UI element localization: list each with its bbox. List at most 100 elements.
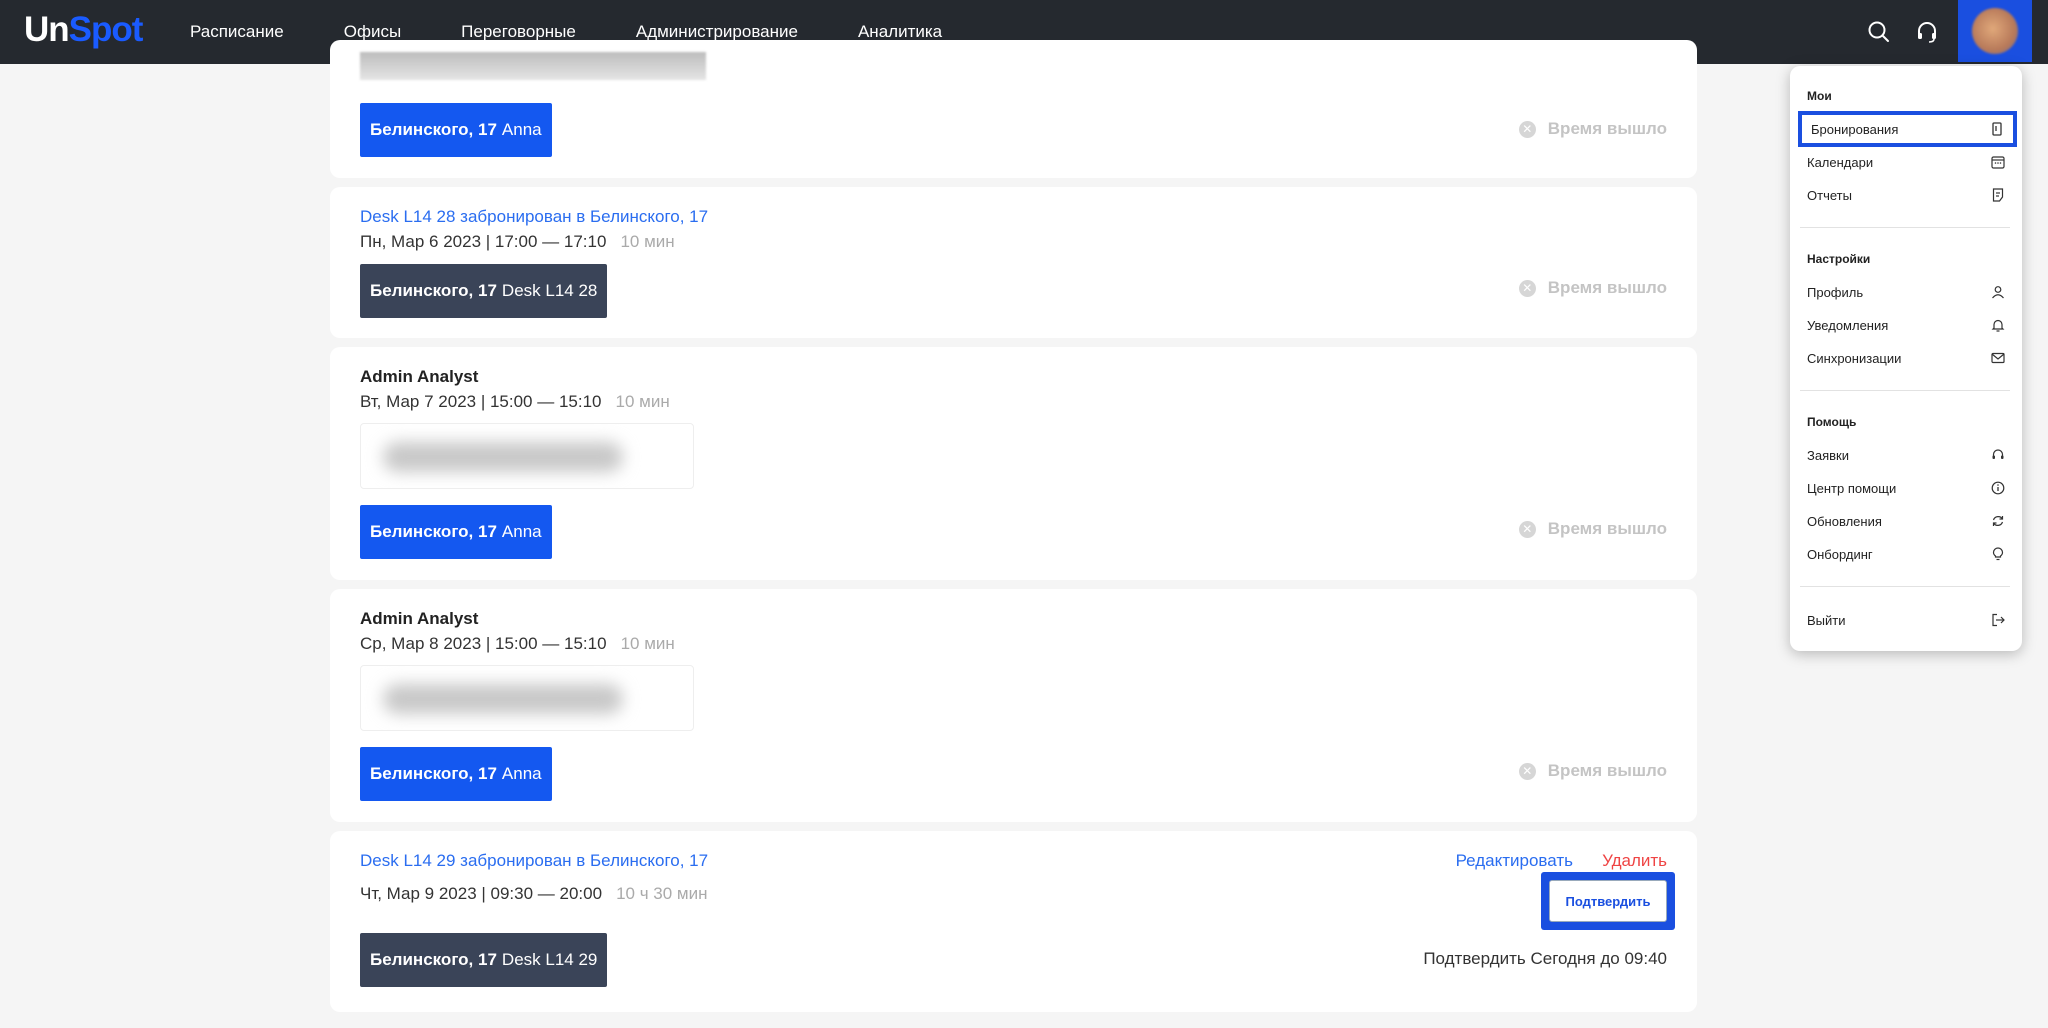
info-icon [1991,481,2005,495]
tag-location: Белинского, 17 [370,522,497,541]
booking-tag[interactable]: Белинского, 17 Anna [360,747,552,801]
user-icon [1991,285,2005,299]
booking-tag[interactable]: Белинского, 17 Desk L14 28 [360,264,608,318]
logo-prefix: Un [24,10,70,49]
menu-section-mine: Мои [1807,89,1832,103]
menu-item-help-center[interactable]: Центр помощи [1790,472,2022,504]
booking-title: Admin Analyst [360,367,479,386]
close-circle-icon: ✕ [1518,762,1536,780]
menu-item-label: Обновления [1807,513,1882,529]
headset-icon [1991,448,2005,462]
menu-divider [1800,227,2010,228]
menu-item-updates[interactable]: Обновления [1790,505,2022,537]
menu-item-label: Центр помощи [1807,480,1897,496]
tag-name: Desk L14 28 [501,281,598,300]
tag-name: Anna [501,764,542,783]
booking-datetime: Пн, Мар 6 2023 | 17:00 — 17:10 10 мин [360,232,675,252]
close-circle-icon: ✕ [1518,279,1536,297]
nav-offices[interactable]: Офисы [344,22,401,42]
datetime-text: Вт, Мар 7 2023 | 15:00 — 15:10 [360,392,602,411]
menu-section-settings: Настройки [1807,252,1871,266]
menu-item-onboarding[interactable]: Онбординг [1790,538,2022,570]
duration: 10 ч 30 мин [616,884,708,903]
status-expired: ✕ Время вышло [1518,119,1667,139]
confirm-button[interactable]: Подтвердить [1549,880,1667,922]
menu-item-label: Синхронизации [1807,350,1902,366]
search-icon[interactable] [1864,17,1894,47]
duration: 10 мин [620,232,675,251]
status-text: Время вышло [1547,519,1667,538]
logo[interactable]: UnSpot [24,10,144,50]
menu-divider [1800,586,2010,587]
delete-link[interactable]: Удалить [1602,851,1667,871]
nav-meeting-rooms[interactable]: Переговорные [461,22,576,42]
tag-location: Белинского, 17 [370,281,497,300]
status-expired: ✕ Время вышло [1518,278,1667,298]
redacted-area [360,423,694,489]
menu-section-help: Помощь [1807,415,1857,429]
booking-tag[interactable]: Белинского, 17 Desk L14 29 [360,933,608,987]
menu-item-calendars[interactable]: Календари [1790,146,2022,178]
menu-item-notifications[interactable]: Уведомления [1790,309,2022,341]
booking-tag[interactable]: Белинского, 17 Anna [360,505,552,559]
menu-item-logout[interactable]: Выйти [1790,604,2022,636]
report-icon [1991,188,2005,202]
menu-item-requests[interactable]: Заявки [1790,439,2022,471]
menu-item-label: Календари [1807,154,1874,170]
booking-title-link[interactable]: Desk L14 28 забронирован в Белинского, 1… [360,207,708,227]
tag-name: Desk L14 29 [501,950,598,969]
menu-item-label: Бронирования [1811,121,1899,137]
status-text: Время вышло [1547,119,1667,138]
menu-item-label: Выйти [1807,612,1846,628]
menu-item-label: Онбординг [1807,546,1873,562]
status-text: Время вышло [1547,278,1667,297]
tag-location: Белинского, 17 [370,120,497,139]
close-circle-icon: ✕ [1518,120,1536,138]
nav-administration[interactable]: Администрирование [636,22,798,42]
refresh-icon [1991,514,2005,528]
tag-name: Anna [501,522,542,541]
nav-analytics[interactable]: Аналитика [858,22,942,42]
datetime-text: Ср, Мар 8 2023 | 15:00 — 15:10 [360,634,607,653]
headset-icon[interactable] [1912,17,1942,47]
booking-datetime: Ср, Мар 8 2023 | 15:00 — 15:10 10 мин [360,634,675,654]
booking-card: Admin Analyst Вт, Мар 7 2023 | 15:00 — 1… [330,347,1697,580]
redacted-area [360,665,694,731]
booking-title-link[interactable]: Desk L14 29 забронирован в Белинского, 1… [360,851,708,871]
menu-item-sync[interactable]: Синхронизации [1790,342,2022,374]
booking-title: Admin Analyst [360,609,479,628]
booking-datetime: Чт, Мар 9 2023 | 09:30 — 20:00 10 ч 30 ми… [360,884,707,904]
menu-item-reports[interactable]: Отчеты [1790,179,2022,211]
nav-schedule[interactable]: Расписание [190,22,284,42]
calendar-icon [1991,155,2005,169]
datetime-text: Пн, Мар 6 2023 | 17:00 — 17:10 [360,232,607,251]
menu-item-label: Отчеты [1807,187,1852,203]
edit-link[interactable]: Редактировать [1456,851,1573,871]
bell-icon [1991,318,2005,332]
menu-divider [1800,390,2010,391]
menu-item-profile[interactable]: Профиль [1790,276,2022,308]
logo-suffix: Spot [68,10,144,49]
booking-card: Desk L14 28 забронирован в Белинского, 1… [330,187,1697,338]
bookmark-icon [1990,122,2004,136]
menu-item-label: Уведомления [1807,317,1889,333]
booking-card: Admin Analyst Ср, Мар 8 2023 | 15:00 — 1… [330,589,1697,822]
duration: 10 мин [615,392,670,411]
confirm-deadline: Подтвердить Сегодня до 09:40 [1423,949,1667,968]
confirm-highlight: Подтвердить [1541,872,1675,930]
menu-item-bookings[interactable]: Бронирования [1798,111,2017,147]
menu-item-label: Заявки [1807,447,1849,463]
logout-icon [1991,613,2005,627]
mail-icon [1991,351,2005,365]
redacted-area [360,52,706,80]
booking-datetime: Вт, Мар 7 2023 | 15:00 — 15:10 10 мин [360,392,670,412]
status-expired: ✕ Время вышло [1518,519,1667,539]
menu-item-label: Профиль [1807,284,1864,300]
tag-name: Anna [501,120,542,139]
duration: 10 мин [620,634,675,653]
booking-tag[interactable]: Белинского, 17 Anna [360,103,552,157]
avatar-button[interactable] [1958,0,2032,62]
user-menu: Мои Бронирования Календари Отчеты Настро… [1790,66,2022,651]
lightbulb-icon [1991,547,2005,561]
avatar [1972,8,2018,54]
